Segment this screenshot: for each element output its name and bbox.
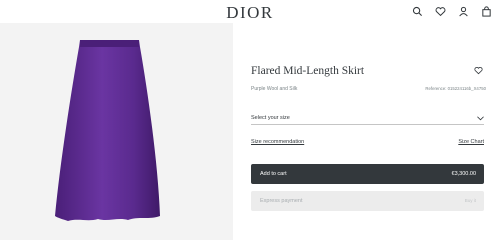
- product-title: Flared Mid-Length Skirt: [251, 65, 365, 77]
- product-reference: Reference: 015224116b_X4750: [425, 86, 486, 91]
- search-icon[interactable]: [412, 6, 423, 17]
- product-material: Purple Wool and Silk: [251, 86, 298, 92]
- heart-icon[interactable]: [435, 6, 446, 17]
- express-payment-button[interactable]: Express payment Buy it: [251, 191, 484, 211]
- skirt-shape: [55, 40, 160, 221]
- express-payment-label: Express payment: [260, 198, 303, 204]
- site-header: DIOR: [0, 0, 500, 23]
- size-recommendation-link[interactable]: Size recommendation: [251, 139, 304, 145]
- product-price: €3,300.00: [451, 171, 476, 177]
- product-details: Flared Mid-Length Skirt Purple Wool and …: [233, 23, 500, 240]
- express-payment-hint: Buy it: [464, 198, 476, 203]
- add-to-cart-label: Add to cart: [260, 171, 287, 177]
- heart-icon[interactable]: [474, 66, 483, 75]
- chevron-down-icon: [477, 116, 484, 121]
- skirt-waistband: [80, 40, 139, 47]
- add-to-cart-button[interactable]: Add to cart €3,300.00: [251, 164, 484, 184]
- size-selector[interactable]: Select your size: [251, 113, 484, 125]
- skirt-image[interactable]: [0, 23, 233, 240]
- size-chart-link[interactable]: Size Chart: [458, 139, 484, 145]
- user-icon[interactable]: [458, 6, 469, 17]
- product-image-panel: [0, 23, 233, 240]
- size-selector-label: Select your size: [251, 115, 290, 121]
- bag-icon[interactable]: [481, 6, 492, 17]
- header-icons: [412, 6, 492, 17]
